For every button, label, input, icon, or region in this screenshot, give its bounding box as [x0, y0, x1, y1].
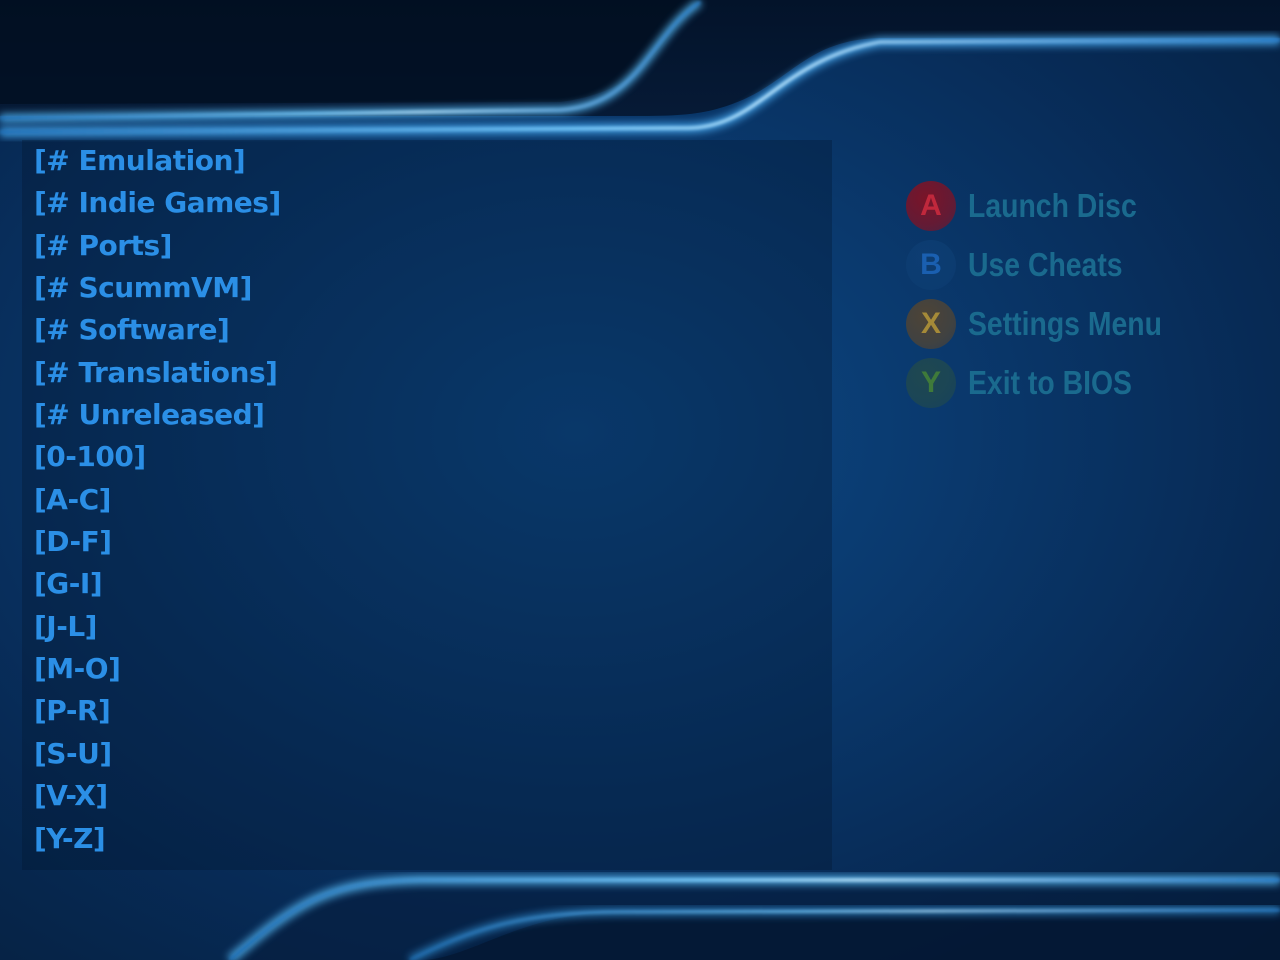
folder-item[interactable]: [A-C] [34, 479, 281, 521]
folder-item[interactable]: [# Emulation] [34, 140, 281, 182]
y-button-icon: Y [906, 357, 956, 408]
folder-item[interactable]: [Y-Z] [34, 818, 281, 860]
button-legend: A Launch Disc B Use Cheats X Settings Me… [906, 176, 1194, 412]
legend-row-b: B Use Cheats [906, 235, 1194, 294]
folder-item[interactable]: [M-O] [34, 648, 281, 690]
use-cheats-label: Use Cheats [968, 245, 1123, 283]
folder-item[interactable]: [G-I] [34, 563, 281, 605]
folder-item[interactable]: [# Software] [34, 309, 281, 351]
b-button-icon: B [906, 239, 956, 290]
folder-item[interactable]: [0-100] [34, 436, 281, 478]
folder-item[interactable]: [D-F] [34, 521, 281, 563]
folder-list: [# Emulation] [# Indie Games] [# Ports] … [34, 140, 281, 860]
a-button-icon: A [906, 180, 956, 231]
legend-row-x: X Settings Menu [906, 294, 1194, 353]
settings-menu-label: Settings Menu [968, 304, 1162, 342]
folder-item[interactable]: [# Ports] [34, 225, 281, 267]
folder-item[interactable]: [# Translations] [34, 352, 281, 394]
folder-item[interactable]: [J-L] [34, 606, 281, 648]
folder-item[interactable]: [# Unreleased] [34, 394, 281, 436]
folder-item[interactable]: [# ScummVM] [34, 267, 281, 309]
exit-to-bios-label: Exit to BIOS [968, 363, 1132, 401]
folder-item[interactable]: [S-U] [34, 733, 281, 775]
folder-item[interactable]: [# Indie Games] [34, 182, 281, 224]
launch-disc-label: Launch Disc [968, 186, 1137, 224]
folder-item[interactable]: [V-X] [34, 775, 281, 817]
folder-item[interactable]: [P-R] [34, 690, 281, 732]
legend-row-a: A Launch Disc [906, 176, 1194, 235]
legend-row-y: Y Exit to BIOS [906, 353, 1194, 412]
x-button-icon: X [906, 298, 956, 349]
